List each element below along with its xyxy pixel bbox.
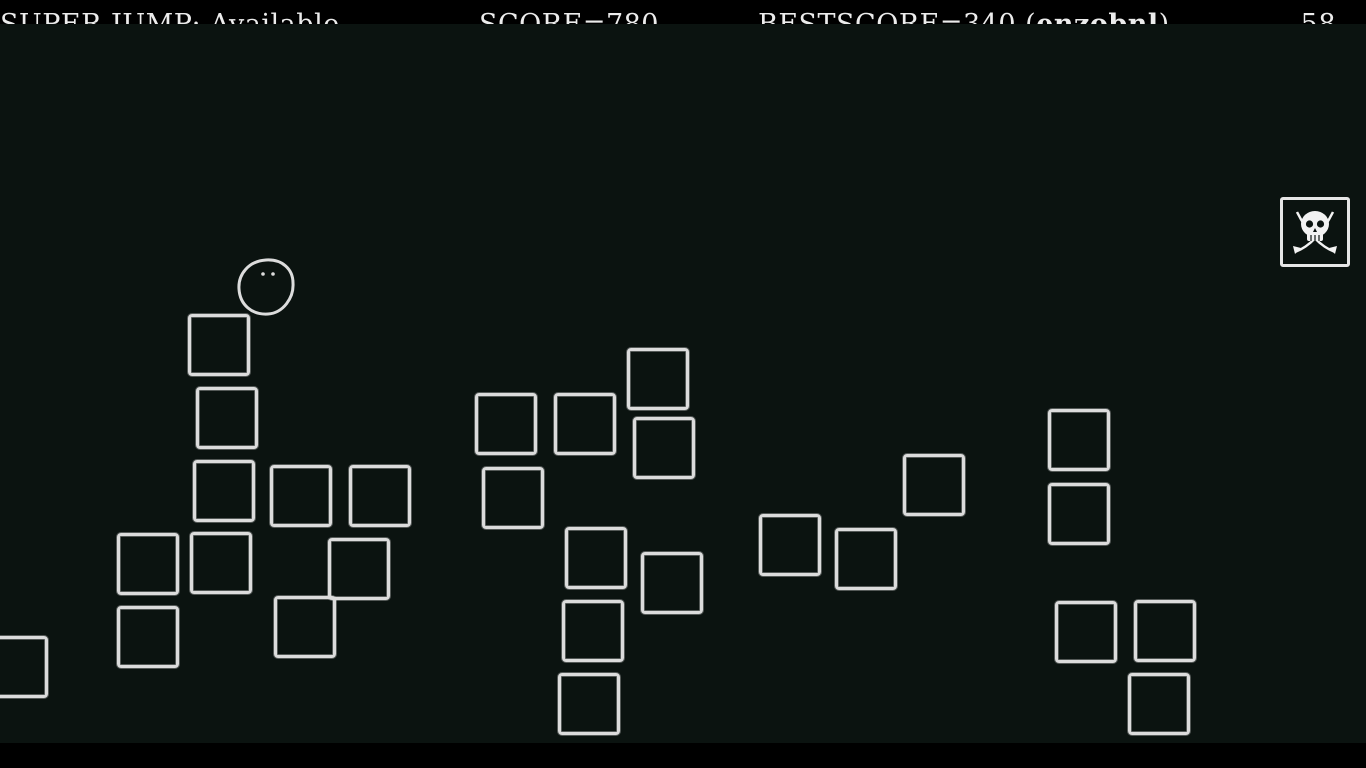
- terrain-block: [188, 314, 250, 376]
- terrain-block: [475, 393, 537, 455]
- terrain-block: [193, 460, 255, 522]
- terrain-block: [1048, 483, 1110, 545]
- terrain-block: [903, 454, 965, 516]
- terrain-block: [759, 514, 821, 576]
- game-screen: SUPER JUMP: Available SCORE=780 BESTSCOR…: [0, 0, 1366, 768]
- terrain-block: [554, 393, 616, 455]
- player-character: [237, 257, 295, 317]
- pirate-mode-button[interactable]: [1280, 197, 1350, 267]
- terrain-block: [1048, 409, 1110, 471]
- terrain-block: [190, 532, 252, 594]
- terrain-block: [0, 636, 48, 698]
- block-terrain: [0, 24, 1366, 743]
- terrain-block: [1055, 601, 1117, 663]
- terrain-block: [482, 467, 544, 529]
- terrain-block: [641, 552, 703, 614]
- terrain-block: [627, 348, 689, 410]
- terrain-block: [117, 606, 179, 668]
- terrain-block: [274, 596, 336, 658]
- terrain-block: [328, 538, 390, 600]
- terrain-block: [562, 600, 624, 662]
- terrain-block: [558, 673, 620, 735]
- terrain-block: [565, 527, 627, 589]
- skull-crossed-swords-icon: [1293, 211, 1337, 254]
- terrain-block: [117, 533, 179, 595]
- player-blob-icon: [237, 258, 295, 316]
- terrain-block: [196, 387, 258, 449]
- terrain-block: [835, 528, 897, 590]
- terrain-block: [633, 417, 695, 479]
- game-playfield[interactable]: [0, 24, 1366, 743]
- terrain-block: [1128, 673, 1190, 735]
- terrain-block: [1134, 600, 1196, 662]
- terrain-block: [270, 465, 332, 527]
- terrain-block: [349, 465, 411, 527]
